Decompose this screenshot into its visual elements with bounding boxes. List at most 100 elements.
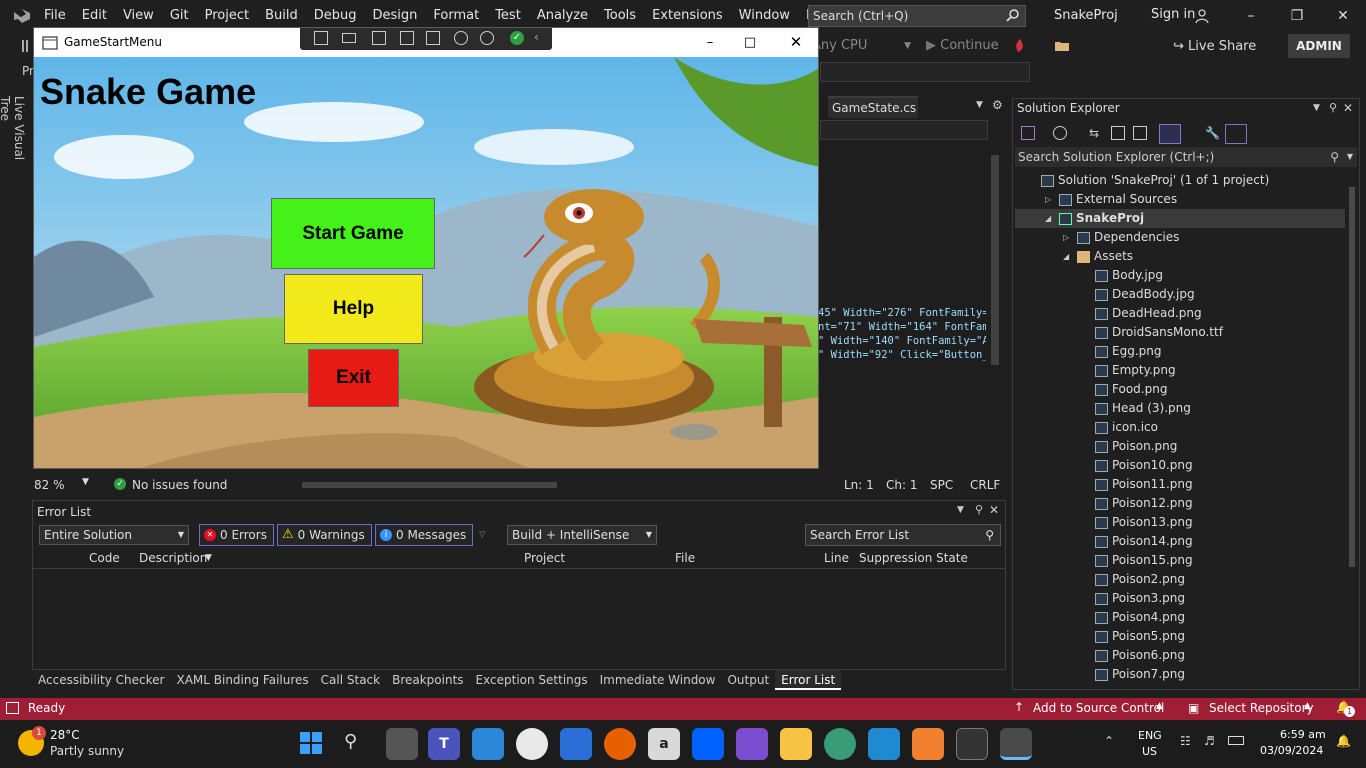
editor-scrollbar[interactable] — [988, 145, 1002, 475]
close-icon[interactable]: ✕ — [1320, 0, 1366, 32]
admin-badge[interactable]: ADMIN — [1288, 34, 1350, 58]
horizontal-scrollbar[interactable] — [302, 482, 557, 488]
check-icon[interactable]: ✓ — [510, 31, 524, 45]
input-region[interactable]: US — [1142, 745, 1157, 758]
amazon-icon[interactable]: a — [648, 728, 680, 760]
tree-file-item[interactable]: Empty.png — [1015, 361, 1345, 380]
tree-file-item[interactable]: DroidSansMono.ttf — [1015, 323, 1345, 342]
visual-studio-icon[interactable] — [736, 728, 768, 760]
tree-file-item[interactable]: DeadBody.jpg — [1015, 285, 1345, 304]
vscode-icon[interactable] — [868, 728, 900, 760]
issues-status[interactable]: No issues found — [132, 478, 227, 492]
select-repository[interactable]: Select Repository — [1209, 701, 1314, 715]
accessibility-icon[interactable] — [480, 31, 494, 45]
tab-gamestate[interactable]: GameState.cs — [828, 96, 918, 118]
whitespace-mode[interactable]: SPC — [930, 478, 953, 492]
expanded-arrow-icon[interactable]: ◢ — [1045, 209, 1055, 228]
zoom-level[interactable]: 82 % — [34, 478, 65, 492]
history-icon[interactable] — [1053, 126, 1067, 140]
column-description[interactable]: Description — [139, 551, 207, 565]
copilot-icon[interactable] — [472, 728, 504, 760]
tree-file-item[interactable]: Poison6.png — [1015, 646, 1345, 665]
tree-file-item[interactable]: Poison11.png — [1015, 475, 1345, 494]
minimize-icon[interactable]: – — [690, 28, 730, 57]
tab-overflow-icon[interactable]: ▼ — [976, 100, 983, 110]
cursor-select-icon[interactable] — [372, 31, 386, 45]
tree-solution-root[interactable]: Solution 'SnakeProj' (1 of 1 project) — [1015, 171, 1345, 190]
tree-file-item[interactable]: Head (3).png — [1015, 399, 1345, 418]
maximize-icon[interactable]: □ — [730, 28, 770, 57]
hot-reload-icon[interactable] — [1012, 38, 1028, 54]
tree-file-item[interactable]: Poison14.png — [1015, 532, 1345, 551]
column-suppression-state[interactable]: Suppression State — [859, 551, 968, 565]
sort-desc-icon[interactable]: ▼ — [205, 553, 212, 563]
chevron-down-icon[interactable]: ▼ — [957, 505, 964, 515]
weather-temp[interactable]: 28°C — [50, 728, 80, 742]
scroll-thumb[interactable] — [991, 155, 999, 365]
filter-icon[interactable]: ▿ — [479, 527, 486, 542]
tree-file-item[interactable]: Poison12.png — [1015, 494, 1345, 513]
help-button[interactable]: Help — [284, 274, 423, 344]
visual-studio-logo-icon[interactable] — [12, 7, 32, 25]
tree-file-item[interactable]: Body.jpg — [1015, 266, 1345, 285]
collapse-all-icon[interactable] — [1111, 126, 1125, 140]
tab-accessibility-checker[interactable]: Accessibility Checker — [32, 670, 170, 690]
tree-folder-item[interactable]: ▷ Dependencies — [1015, 228, 1345, 247]
tree-file-item[interactable]: Poison.png — [1015, 437, 1345, 456]
sync-icon[interactable]: ⇆ — [1089, 126, 1099, 140]
column-project[interactable]: Project — [524, 551, 565, 565]
preview-selected-icon[interactable] — [1225, 124, 1247, 144]
dropbox-icon[interactable] — [692, 728, 724, 760]
live-share-button[interactable]: ↪ Live Share — [1173, 36, 1256, 58]
chevron-up-icon[interactable]: ▲ — [1304, 701, 1311, 711]
sign-in-link[interactable]: Sign in — [1151, 0, 1195, 30]
continue-button[interactable]: ▶ Continue — [926, 36, 999, 56]
live-visual-tree-tab[interactable]: Live Visual Tree — [0, 96, 26, 180]
tree-file-item[interactable]: Poison2.png — [1015, 570, 1345, 589]
tree-folder-item[interactable]: ▷ External Sources — [1015, 190, 1345, 209]
tree-file-item[interactable]: Poison13.png — [1015, 513, 1345, 532]
tree-file-item[interactable]: Poison15.png — [1015, 551, 1345, 570]
tab-error-list[interactable]: Error List — [775, 670, 842, 690]
tab-output[interactable]: Output — [721, 670, 775, 690]
collapsed-arrow-icon[interactable]: ▷ — [1045, 190, 1055, 209]
properties-wrench-icon[interactable]: 🔧 — [1205, 126, 1220, 140]
browser-profile-icon[interactable] — [824, 728, 856, 760]
track-focus-icon[interactable] — [426, 31, 440, 45]
tab-breakpoints[interactable]: Breakpoints — [386, 670, 469, 690]
chrome-icon[interactable] — [516, 728, 548, 760]
tab-call-stack[interactable]: Call Stack — [315, 670, 386, 690]
show-all-files-icon[interactable] — [1133, 126, 1147, 140]
search-icon[interactable]: ⚲ — [344, 731, 357, 752]
global-search-input[interactable]: Search (Ctrl+Q) — [808, 5, 1026, 27]
column-code[interactable]: Code — [89, 551, 120, 565]
add-to-source-control[interactable]: Add to Source Control — [1033, 701, 1164, 715]
tree-file-item[interactable]: Poison4.png — [1015, 608, 1345, 627]
messages-filter-button[interactable]: i 0 Messages — [375, 524, 474, 546]
terminal-icon[interactable] — [956, 728, 988, 760]
tree-file-item[interactable]: Poison5.png — [1015, 627, 1345, 646]
start-menu-icon[interactable] — [300, 732, 322, 754]
volume-icon[interactable]: ♬ — [1204, 734, 1215, 748]
tree-file-item[interactable]: DeadHead.png — [1015, 304, 1345, 323]
tree-file-item[interactable]: Food.png — [1015, 380, 1345, 399]
tree-folder-item[interactable]: ◢ Assets — [1015, 247, 1345, 266]
line-ending[interactable]: CRLF — [970, 478, 1000, 492]
layout-adorner-icon[interactable] — [400, 31, 414, 45]
solution-scrollbar[interactable] — [1347, 169, 1357, 689]
start-game-button[interactable]: Start Game — [271, 198, 435, 269]
column-file[interactable]: File — [675, 551, 695, 565]
filter-files-icon[interactable] — [1159, 124, 1181, 144]
select-element-icon[interactable] — [314, 31, 328, 45]
game-app-taskbar-icon[interactable] — [1000, 728, 1032, 760]
firefox-icon[interactable] — [604, 728, 636, 760]
close-icon[interactable]: ✕ — [774, 28, 818, 57]
expanded-arrow-icon[interactable]: ◢ — [1063, 247, 1073, 266]
tree-file-item[interactable]: Egg.png — [1015, 342, 1345, 361]
teams-icon[interactable]: T — [428, 728, 460, 760]
microsoft-store-icon[interactable] — [560, 728, 592, 760]
tab-immediate-window[interactable]: Immediate Window — [594, 670, 722, 690]
switch-views-icon[interactable] — [1021, 126, 1035, 140]
gear-icon[interactable]: ⚙ — [992, 98, 1003, 112]
restore-icon[interactable]: ❐ — [1274, 0, 1320, 32]
